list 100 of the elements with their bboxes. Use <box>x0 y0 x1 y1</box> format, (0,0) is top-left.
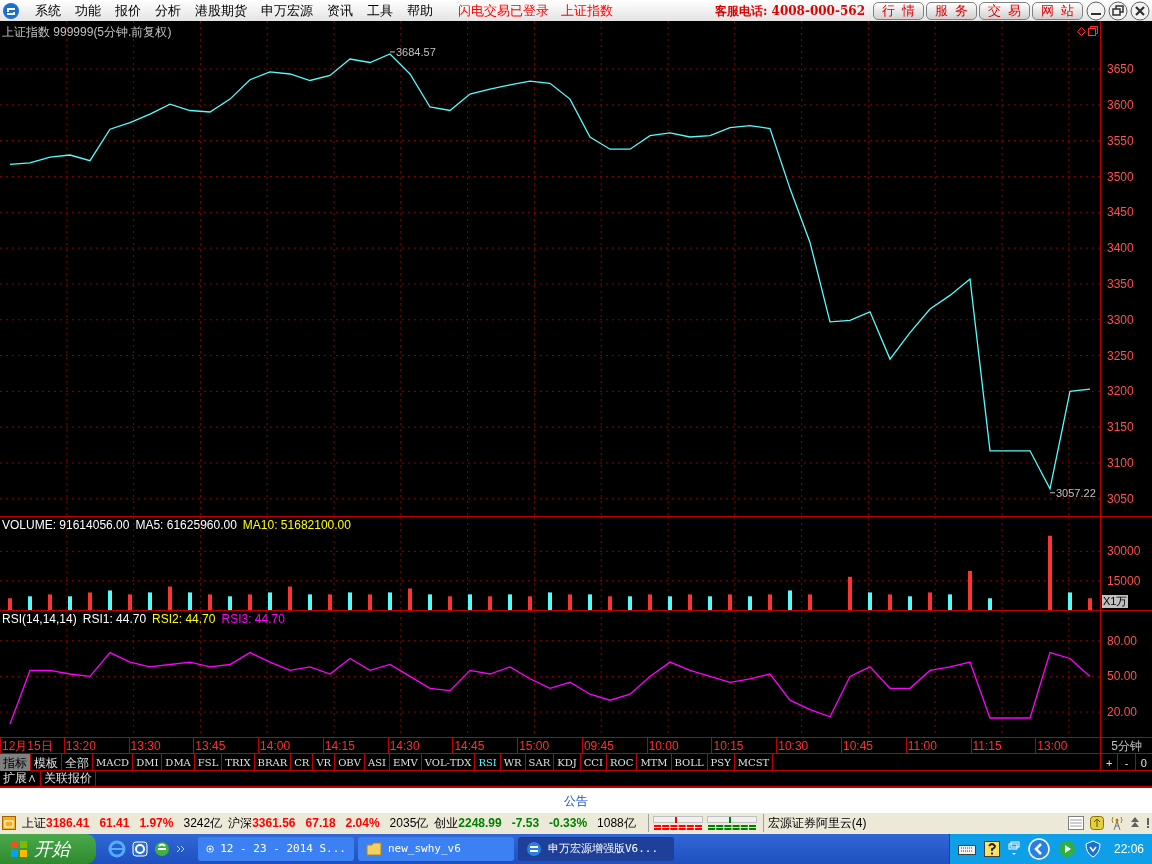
minimize-icon[interactable] <box>1086 0 1106 21</box>
indicator-tab[interactable]: RSI <box>475 754 501 772</box>
indicator-tab[interactable]: ASI <box>364 754 390 772</box>
clock: 22:06 <box>1113 841 1144 858</box>
indicator-tab[interactable]: 全部 <box>62 754 93 772</box>
indicator-tab[interactable]: EMV <box>389 754 422 772</box>
zoom-button[interactable]: + <box>1100 754 1118 772</box>
volume-bar <box>468 594 472 611</box>
signal-icon[interactable] <box>1110 815 1124 832</box>
market-amount: 1088亿 <box>597 815 636 833</box>
close-icon[interactable] <box>1130 0 1150 21</box>
indicator-tab[interactable]: SAR <box>525 754 555 772</box>
volume-bar <box>388 592 392 611</box>
volume-bar <box>848 576 852 611</box>
menu-item[interactable]: 系统 <box>28 0 68 21</box>
service-button[interactable]: 行 情 <box>873 1 924 20</box>
back-icon[interactable] <box>1027 838 1050 860</box>
globe-icon[interactable] <box>154 841 170 857</box>
indicator-tab[interactable]: MACD <box>93 754 134 772</box>
market-meter-icon <box>652 816 703 831</box>
indicator-tab[interactable]: WR <box>500 754 526 772</box>
volume-bar <box>928 592 932 611</box>
menu-item[interactable]: 帮助 <box>400 0 440 21</box>
indicator-tab[interactable]: KDJ <box>554 754 581 772</box>
menu-item[interactable]: 港股期货 <box>188 0 254 21</box>
time-label: 11:15 <box>970 738 1036 755</box>
list-icon[interactable] <box>1068 816 1084 831</box>
market-change: 67.18 <box>305 815 336 833</box>
price-extreme-label: 3684.57 <box>396 46 436 58</box>
volume-bar <box>548 592 552 611</box>
time-label: 14:00 <box>258 738 323 755</box>
menu-item[interactable]: 分析 <box>148 0 188 21</box>
volume-bar <box>948 594 952 611</box>
indicator-tab[interactable]: VR <box>313 754 336 772</box>
indicator-tab[interactable]: 模板 <box>31 754 62 772</box>
taskbar-task[interactable]: new_swhy_v6 <box>358 837 514 861</box>
time-label: 09:45 <box>581 738 647 755</box>
indicator-tab[interactable]: TRIX <box>222 754 255 772</box>
indicator-tab[interactable]: VOL-TDX <box>421 754 476 772</box>
sub-tab[interactable]: 扩展∧ <box>0 771 41 787</box>
indicator-tab[interactable]: CCI <box>580 754 607 772</box>
legend-text: MA5: 61625960.00 <box>135 518 237 533</box>
announcement-link[interactable]: 公告 <box>564 791 588 810</box>
restore-icon[interactable] <box>1108 0 1128 21</box>
volume-bar <box>288 586 292 611</box>
indicator-tab[interactable]: MCST <box>734 754 774 772</box>
zoom-button[interactable]: 0 <box>1134 754 1152 772</box>
indicator-tab[interactable]: ROC <box>607 754 638 772</box>
menu-item[interactable]: 工具 <box>360 0 400 21</box>
volume-bar <box>968 571 972 611</box>
volume-bar <box>48 594 52 611</box>
indicator-tab[interactable]: DMA <box>162 754 195 772</box>
exclamation-icon[interactable] <box>1146 817 1150 830</box>
diamond-icon <box>1077 27 1086 37</box>
volume-bar <box>668 596 672 611</box>
keyboard-icon[interactable] <box>957 843 976 855</box>
volume-bar <box>148 592 152 611</box>
axis-label: 3050 <box>1107 491 1134 506</box>
indicator-tab[interactable]: PSY <box>707 754 735 772</box>
indicator-tab[interactable]: DMI <box>133 754 163 772</box>
indicator-tab[interactable]: 指标 <box>0 754 31 772</box>
service-button[interactable]: 网 站 <box>1032 1 1083 20</box>
service-button[interactable]: 服 务 <box>926 1 977 20</box>
menu-item[interactable]: 报价 <box>108 0 148 21</box>
sub-tab[interactable]: 关联报价 <box>41 771 96 787</box>
volume-bar <box>368 594 372 611</box>
volume-bar <box>88 592 92 611</box>
app-shortcut-icon[interactable] <box>132 841 148 857</box>
market-name: 创业 <box>434 815 459 833</box>
taskbar-task[interactable]: 12 - 23 - 2014 S... <box>198 837 354 861</box>
indicator-tab[interactable]: BOLL <box>671 754 708 772</box>
chevron-icon[interactable] <box>176 844 186 854</box>
indicator-tab[interactable]: MTM <box>637 754 672 772</box>
time-label: 13:45 <box>193 738 259 755</box>
help-icon[interactable] <box>983 841 1000 857</box>
taskbar-task[interactable]: 申万宏源增强版V6... <box>518 837 674 861</box>
zoom-button[interactable]: - <box>1117 754 1135 772</box>
service-button[interactable]: 交 易 <box>979 1 1030 20</box>
status-notice: 闪电交易已登录 <box>458 1 549 20</box>
indicator-tab[interactable]: OBV <box>335 754 365 772</box>
menu-item[interactable]: 资讯 <box>320 0 360 21</box>
market-name: 上证 <box>22 815 46 833</box>
axis-label: 30000 <box>1107 544 1141 559</box>
menu-item[interactable]: 申万宏源 <box>254 0 320 21</box>
market-percent: 2.04% <box>345 815 380 833</box>
window-icon[interactable] <box>2 816 16 831</box>
market-price: 2248.99 <box>458 815 502 833</box>
play-icon[interactable] <box>1057 840 1076 858</box>
shield-icon[interactable] <box>1083 840 1102 858</box>
indicator-tab[interactable]: FSL <box>194 754 223 772</box>
axis-label: 15000 <box>1107 573 1141 588</box>
app-logo-icon[interactable] <box>2 1 20 20</box>
volume-bar <box>768 594 772 611</box>
restore-icon[interactable] <box>1088 26 1098 37</box>
time-label: 10:45 <box>841 738 906 755</box>
axis-label: 3450 <box>1107 205 1134 220</box>
menu-item[interactable]: 功能 <box>68 0 108 21</box>
indicator-tab[interactable]: BRAR <box>254 754 292 772</box>
indicator-tab[interactable]: CR <box>291 754 314 772</box>
start-button[interactable]: 开始 <box>0 834 96 864</box>
